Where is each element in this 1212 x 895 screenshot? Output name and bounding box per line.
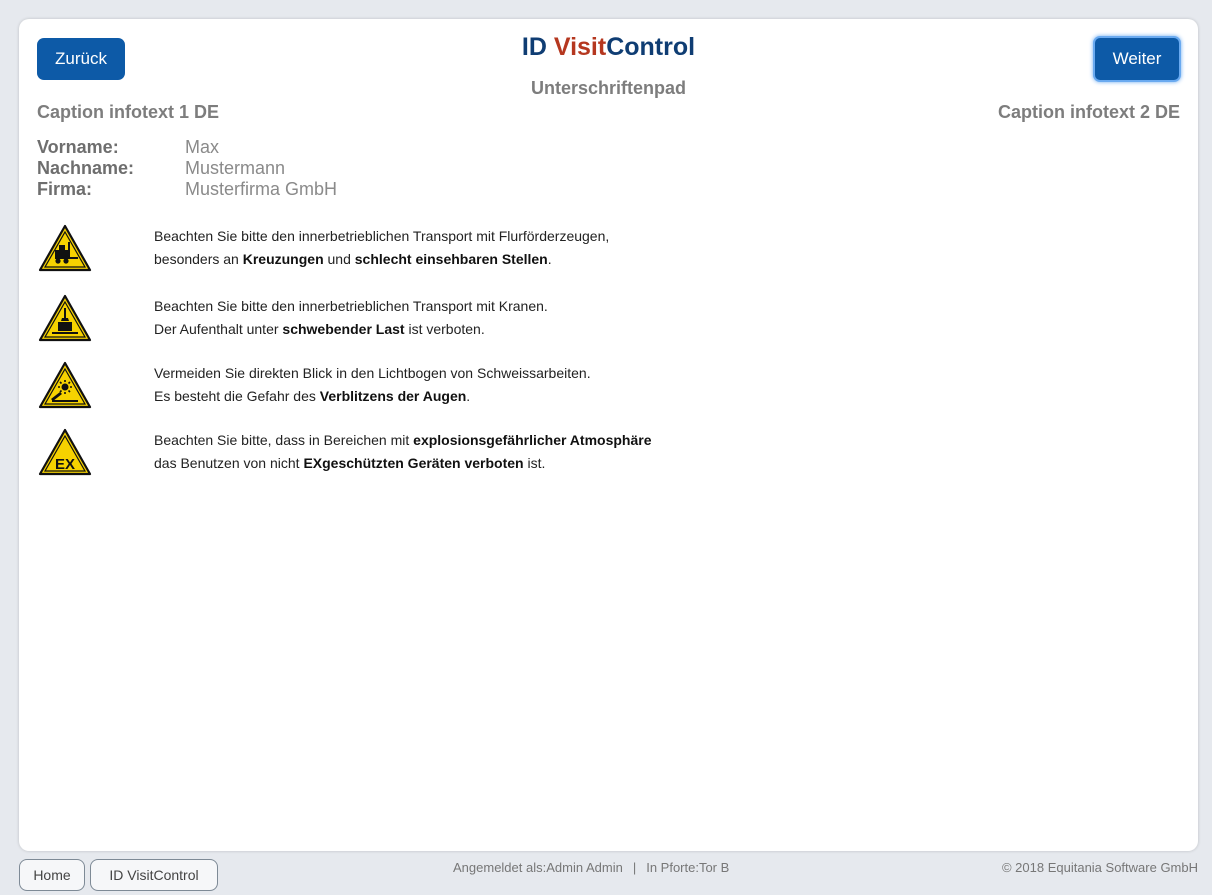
main-panel: Zurück ID VisitControl Unterschriftenpad… <box>19 19 1198 851</box>
text-segment: und <box>323 251 355 267</box>
last-name-label: Nachname: <box>37 158 135 178</box>
welding-arc-warning-icon <box>38 361 92 409</box>
copyright: © 2018 Equitania Software GmbH <box>1001 860 1198 875</box>
home-button[interactable]: Home <box>19 859 85 891</box>
warning-line: besonders an Kreuzungen und schlecht ein… <box>154 248 609 271</box>
warning-line: Der Aufenthalt unter schwebender Last is… <box>154 318 548 341</box>
first-name-row: Vorname: Max <box>37 137 337 158</box>
warning-line: Beachten Sie bitte, dass in Bereichen mi… <box>154 429 651 452</box>
caption-infotext-2: Caption infotext 2 DE <box>997 102 1180 122</box>
bold-segment: schwebender Last <box>282 321 405 337</box>
id-visitcontrol-button[interactable]: ID VisitControl <box>90 859 218 891</box>
company-value: Musterfirma GmbH <box>185 179 338 199</box>
logged-in-as: Angemeldet als:Admin Admin <box>453 860 623 875</box>
text-segment: das Benutzen von nicht <box>154 455 304 471</box>
ex-icon-text: EX <box>55 456 75 473</box>
bold-segment: explosionsgefährlicher Atmosphäre <box>413 432 652 448</box>
bold-segment: Verblitzens der Augen <box>319 388 467 404</box>
first-name-value: Max <box>185 137 220 157</box>
company-row: Firma: Musterfirma GmbH <box>37 179 337 200</box>
last-name-row: Nachname: Mustermann <box>37 158 337 179</box>
text-segment: besonders an <box>154 251 243 267</box>
text-segment: . <box>466 388 471 404</box>
text-segment: Der Aufenthalt unter <box>154 321 283 337</box>
bold-segment: Kreuzungen <box>242 251 324 267</box>
first-name-label: Vorname: <box>37 137 119 157</box>
warning-text: Beachten Sie bitte, dass in Bereichen mi… <box>154 429 651 476</box>
text-segment: Es besteht die Gefahr des <box>154 388 320 404</box>
warning-line: das Benutzen von nicht EXgeschützten Ger… <box>154 452 651 475</box>
warning-item: Beachten Sie bitte den innerbetriebliche… <box>38 224 609 272</box>
text-segment: ist verboten. <box>404 321 485 337</box>
company-label: Firma: <box>37 179 93 199</box>
logo-control: Control <box>606 33 696 61</box>
warning-item: EX Beachten Sie bitte, dass in Bereichen… <box>38 428 651 476</box>
text-segment: ist. <box>523 455 546 471</box>
explosive-atmosphere-warning-icon: EX <box>38 428 92 476</box>
warning-line: Es besteht die Gefahr des Verblitzens de… <box>154 385 591 408</box>
last-name-value: Mustermann <box>185 158 286 178</box>
warning-line: Vermeiden Sie direkten Blick in den Lich… <box>154 365 591 381</box>
forklift-warning-icon <box>38 224 92 272</box>
logo-visit: Visit <box>553 33 607 61</box>
app-logo: ID VisitControl <box>19 33 1198 62</box>
logo-id: ID <box>521 33 554 61</box>
status-bar: Angemeldet als:Admin Admin | In Pforte:Tor… <box>453 860 729 875</box>
caption-infotext-1: Caption infotext 1 DE <box>37 102 220 122</box>
status-separator: | <box>632 860 637 875</box>
warning-line: Beachten Sie bitte den innerbetriebliche… <box>154 228 610 244</box>
warning-text: Beachten Sie bitte den innerbetriebliche… <box>154 225 609 272</box>
bold-segment: schlecht einsehbaren Stellen <box>354 251 548 267</box>
page-title: Unterschriftenpad <box>530 78 687 98</box>
warning-item: Beachten Sie bitte den innerbetriebliche… <box>38 294 548 342</box>
bold-segment: EXgeschützten Geräten verboten <box>303 455 524 471</box>
warning-line: Beachten Sie bitte den innerbetriebliche… <box>154 298 548 314</box>
visitor-details: Vorname: Max Nachname: Mustermann Firma:… <box>37 137 337 200</box>
text-segment: . <box>547 251 552 267</box>
text-segment: Beachten Sie bitte, dass in Bereichen mi… <box>154 432 414 448</box>
warning-item: Vermeiden Sie direkten Blick in den Lich… <box>38 361 591 409</box>
suspended-load-warning-icon <box>38 294 92 342</box>
warning-text: Beachten Sie bitte den innerbetriebliche… <box>154 295 548 342</box>
warning-text: Vermeiden Sie direkten Blick in den Lich… <box>154 362 591 409</box>
next-button[interactable]: Weiter <box>1093 36 1181 82</box>
gate-info: In Pforte:Tor B <box>646 860 730 875</box>
